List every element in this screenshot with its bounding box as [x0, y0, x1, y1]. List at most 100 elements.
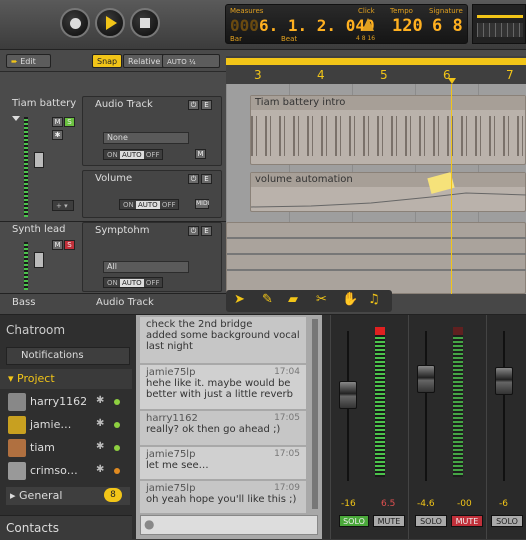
plugin-title: Symptohm — [95, 225, 150, 236]
project-item[interactable]: ▾ Project — [0, 369, 132, 389]
snap-grid-select[interactable]: AUTO ¼ — [162, 54, 220, 68]
message-input[interactable]: ● — [140, 515, 318, 535]
track-name[interactable]: Tiam battery — [12, 98, 76, 109]
click-label: Click — [358, 7, 375, 15]
level-meter — [24, 242, 28, 290]
user-name[interactable]: crimso… — [30, 464, 78, 477]
message-text: really? ok then go ahead ;) — [146, 424, 281, 435]
auto-toggle[interactable]: ON AUTO OFF — [103, 277, 164, 288]
auto-off: OFF — [145, 279, 160, 287]
notifications-item[interactable]: Notifications — [6, 347, 130, 365]
input-select[interactable]: None — [103, 132, 189, 144]
mute-button[interactable]: M — [52, 117, 63, 127]
gear-icon[interactable]: ✱ — [96, 464, 104, 475]
power-icon[interactable]: ⏻ — [188, 100, 199, 110]
auto-toggle[interactable]: ON AUTO OFF — [103, 149, 164, 160]
signature-label: Signature — [429, 7, 463, 15]
relative-button[interactable]: Relative — [123, 54, 166, 68]
overview-minimap[interactable] — [472, 4, 526, 44]
gear-icon[interactable]: ✱ — [96, 418, 104, 429]
automation-curve — [250, 192, 526, 208]
solo-button[interactable]: SOLO — [491, 515, 523, 527]
solo-button[interactable]: SOLO — [339, 515, 369, 527]
channel-fader[interactable] — [339, 381, 357, 409]
auto-toggle[interactable]: ON AUTO OFF — [119, 199, 180, 210]
mute-button[interactable]: MUTE — [451, 515, 483, 527]
edit-plugin-icon[interactable]: E — [201, 100, 212, 110]
user-name[interactable]: tiam — [30, 441, 55, 454]
gear-icon[interactable]: ✱ — [96, 441, 104, 452]
message-text: let me see… — [146, 460, 209, 471]
avatar — [8, 439, 26, 457]
record-button[interactable] — [60, 8, 90, 38]
contacts-item[interactable]: Contacts — [0, 515, 132, 539]
beat-label: Beat — [281, 35, 298, 43]
stop-button[interactable] — [130, 8, 160, 38]
edit-plugin-icon[interactable]: E — [201, 174, 212, 184]
midi-button[interactable]: MIDI — [195, 199, 209, 209]
message-author[interactable]: harry1162 — [146, 413, 198, 424]
input-select[interactable]: All — [103, 261, 189, 273]
gear-icon[interactable]: ✱ — [96, 395, 104, 406]
message-text: hehe like it. maybe would be better with… — [146, 378, 293, 400]
hand-tool-icon[interactable]: ✋ — [342, 292, 358, 307]
power-icon[interactable]: ⏻ — [188, 226, 199, 236]
pencil-tool-icon[interactable]: ✎ — [262, 292, 273, 307]
bar-marker: 7 — [506, 68, 514, 82]
chat-message: harry1162 17:05 really? ok then go ahead ;… — [140, 411, 306, 445]
track-name[interactable]: Synth lead — [12, 224, 65, 235]
channel-fader[interactable] — [417, 365, 435, 393]
user-name[interactable]: jamie… — [30, 418, 71, 431]
message-author[interactable]: jamie75lp — [146, 483, 195, 494]
track-name[interactable]: Bass — [12, 297, 35, 308]
auto-mode: AUTO — [119, 151, 144, 159]
auto-mode: AUTO — [119, 279, 144, 287]
level-meter — [24, 117, 28, 217]
plugin-mute[interactable]: M — [195, 149, 206, 159]
edit-plugin-icon[interactable]: E — [201, 226, 212, 236]
plugin-volume: Volume ⏻ E ON AUTO OFF MIDI — [82, 170, 222, 218]
volume-fader[interactable] — [34, 252, 44, 268]
play-icon — [106, 16, 117, 30]
mute-button[interactable]: M — [52, 240, 63, 250]
pointer-tool-icon[interactable]: ➤ — [234, 292, 245, 307]
edit-button[interactable]: ➨ Edit — [6, 54, 51, 68]
solo-button[interactable]: S — [64, 240, 75, 250]
position-value: 6. 1. 2. 040 — [259, 16, 375, 35]
signature-value[interactable]: 6 8 — [432, 16, 463, 36]
clip-indicator — [453, 327, 463, 335]
clip-indicator — [375, 327, 385, 335]
tempo-value[interactable]: 120 — [392, 16, 423, 36]
automation-clip[interactable]: volume automation — [250, 172, 526, 212]
add-plugin-button[interactable]: + ▾ — [52, 200, 74, 211]
message-author[interactable]: jamie75lp — [146, 449, 195, 460]
solo-button[interactable]: SOLO — [415, 515, 447, 527]
tempo-label: Tempo — [390, 7, 413, 15]
play-button[interactable] — [95, 8, 125, 38]
volume-fader[interactable] — [34, 152, 44, 168]
midi-clip[interactable] — [226, 222, 526, 294]
clip-label: volume automation — [251, 173, 525, 187]
clip-label: Tiam battery intro — [251, 96, 525, 110]
mixer-strip: -16 6.5 SOLO MUTE — [330, 315, 408, 539]
record-icon — [69, 17, 81, 29]
mute-button[interactable]: MUTE — [373, 515, 405, 527]
audio-clip[interactable]: Tiam battery intro — [250, 95, 526, 165]
eraser-tool-icon[interactable]: ▰ — [288, 292, 298, 307]
user-name[interactable]: harry1162 — [30, 395, 87, 408]
snap-button[interactable]: Snap — [92, 54, 123, 68]
expand-arrow-icon[interactable] — [12, 116, 20, 121]
solo-button[interactable]: S — [64, 117, 75, 127]
audition-tool-icon[interactable]: ♫ — [368, 292, 380, 307]
power-icon[interactable]: ⏻ — [188, 174, 199, 184]
scissors-tool-icon[interactable]: ✂ — [316, 292, 327, 307]
metronome-icon[interactable] — [362, 18, 374, 31]
messages-scrollbar[interactable] — [312, 319, 318, 509]
position-dim: 000 — [230, 16, 259, 35]
channel-fader[interactable] — [495, 367, 513, 395]
settings-icon[interactable]: ✱ — [52, 130, 63, 140]
loop-region[interactable] — [226, 58, 526, 65]
message-author[interactable]: jamie75lp — [146, 367, 195, 378]
timeline-ruler[interactable]: 3 4 5 6 7 — [226, 56, 526, 84]
message-text: oh yeah hope you'll like this ;) — [146, 494, 297, 505]
